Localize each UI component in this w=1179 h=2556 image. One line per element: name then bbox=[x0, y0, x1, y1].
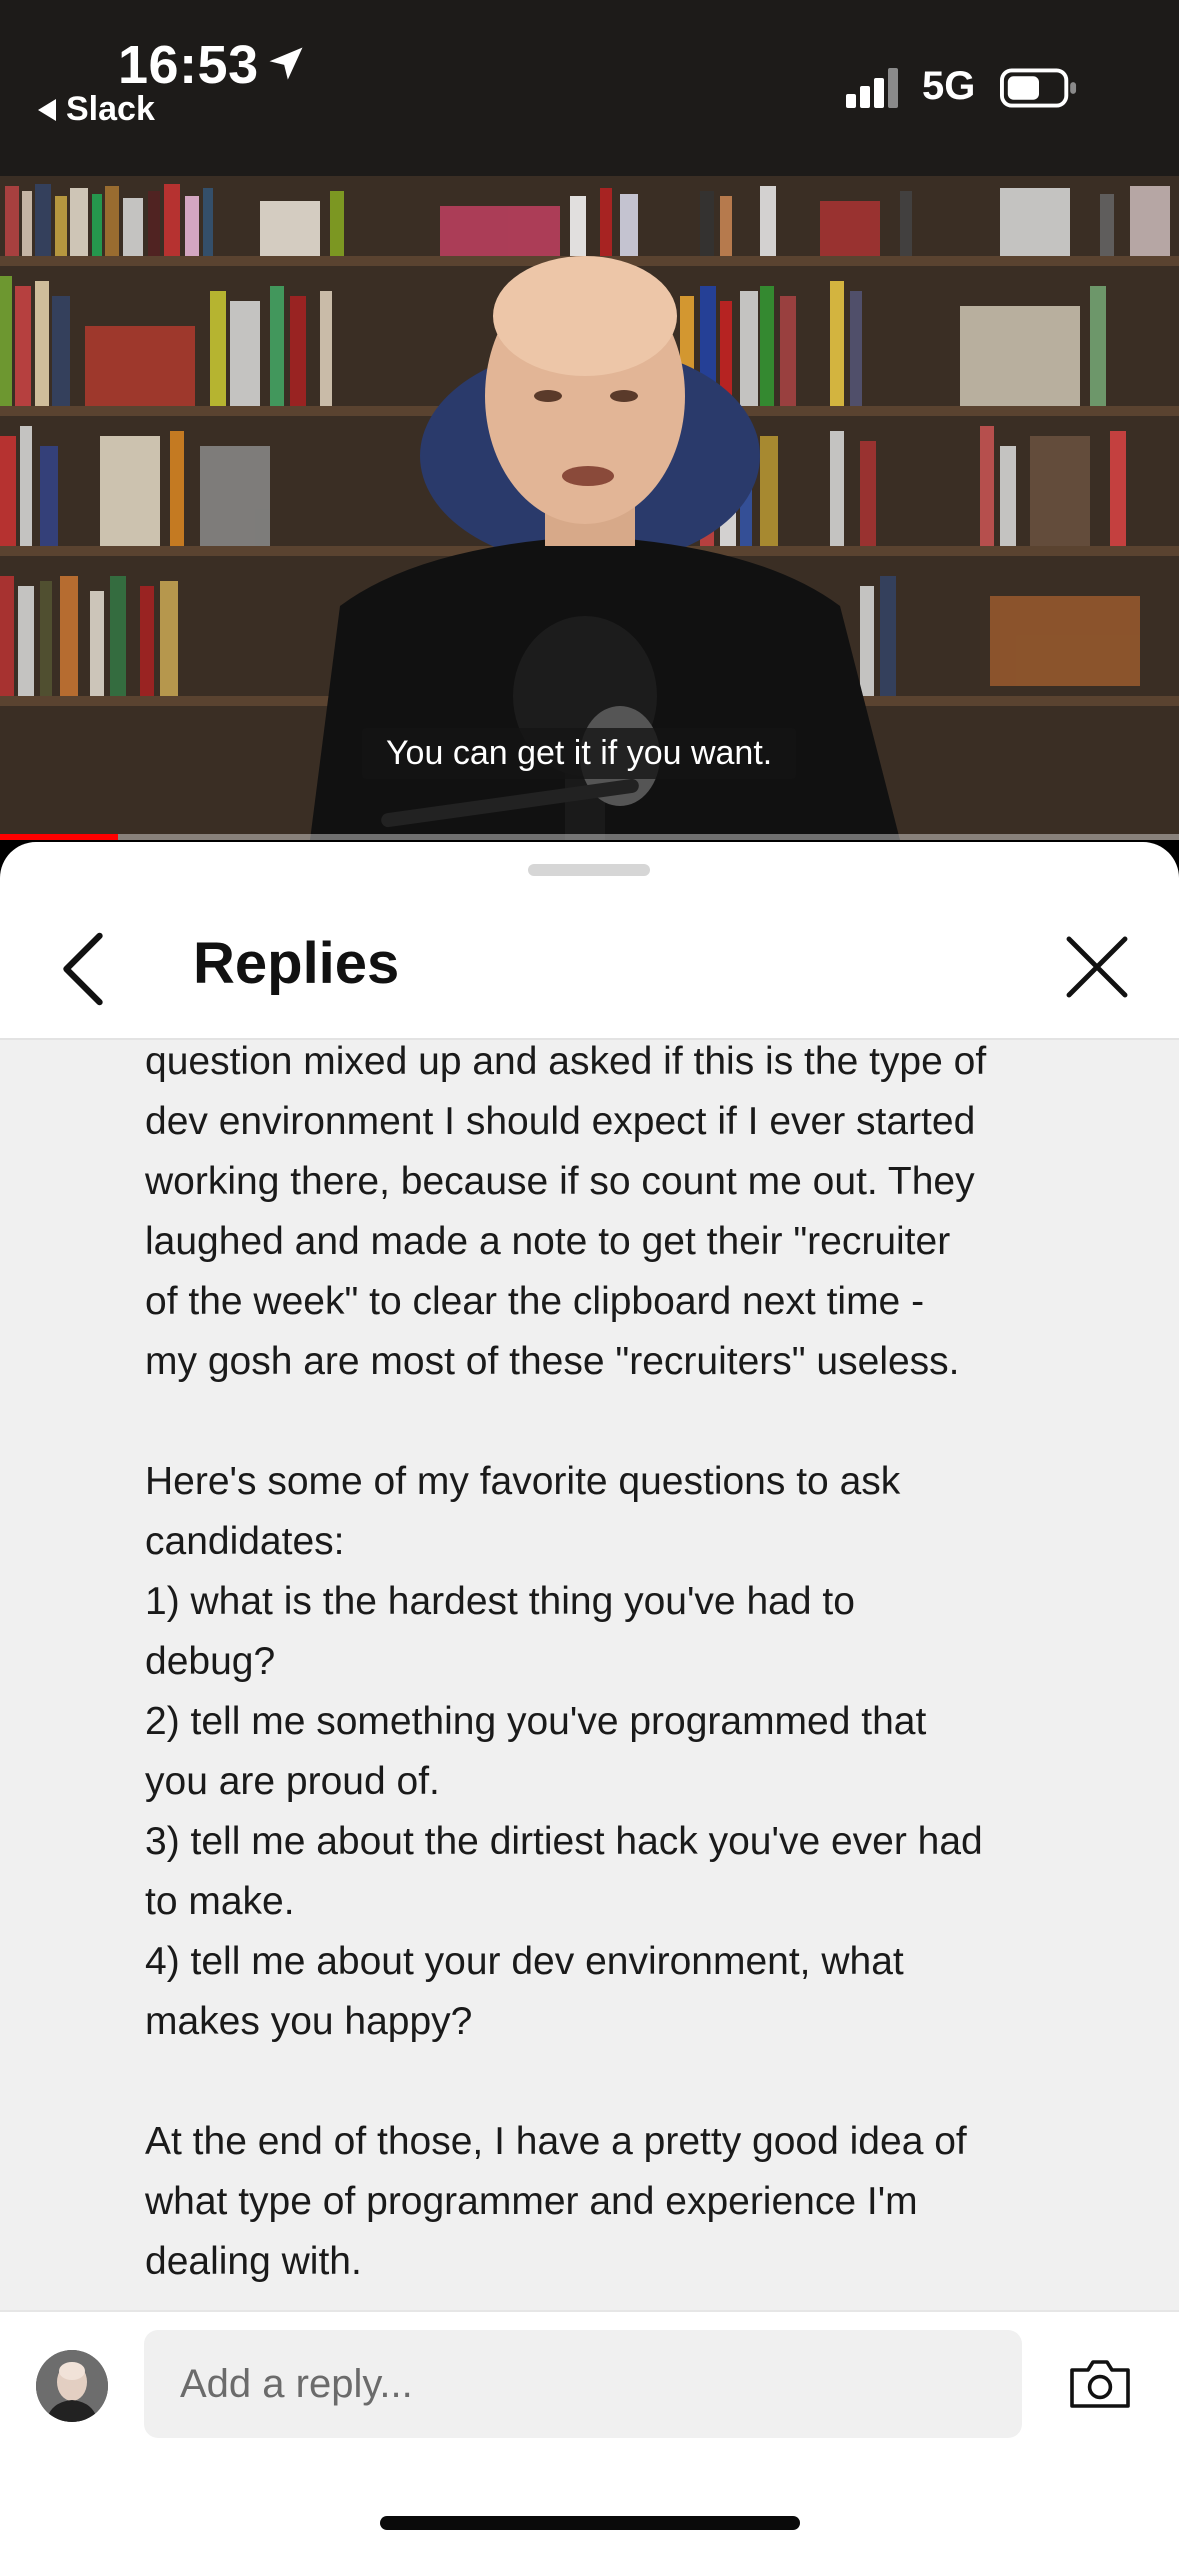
back-to-app-button[interactable]: Slack bbox=[38, 90, 155, 129]
cellular-signal-icon bbox=[846, 68, 898, 108]
network-type: 5G bbox=[922, 64, 976, 108]
camera-icon[interactable] bbox=[1068, 2356, 1132, 2410]
replies-sheet: Replies question mixed up and asked if t… bbox=[0, 842, 1179, 2556]
sheet-grabber[interactable] bbox=[528, 864, 650, 876]
chevron-left-icon[interactable] bbox=[58, 930, 108, 1008]
page-title: Replies bbox=[193, 931, 400, 996]
avatar[interactable] bbox=[36, 2350, 108, 2422]
status-bar: 16:53 Slack 5G bbox=[0, 0, 1179, 176]
status-time: 16:53 bbox=[118, 35, 259, 95]
battery-icon bbox=[1000, 68, 1077, 108]
close-icon[interactable] bbox=[1062, 932, 1132, 1002]
back-triangle-icon bbox=[38, 98, 56, 121]
message-text: question mixed up and asked if this is t… bbox=[145, 1040, 987, 2283]
replies-header: Replies bbox=[0, 902, 1179, 1040]
video-progress-fill bbox=[0, 834, 118, 840]
location-arrow-icon bbox=[269, 47, 303, 80]
home-indicator[interactable] bbox=[380, 2516, 800, 2530]
thread-content[interactable]: question mixed up and asked if this is t… bbox=[0, 1040, 1179, 2310]
video-caption: You can get it if you want. bbox=[362, 728, 797, 779]
back-app-label: Slack bbox=[66, 90, 155, 128]
video-player[interactable]: You can get it if you want. bbox=[0, 176, 1179, 840]
reply-input[interactable] bbox=[144, 2330, 1022, 2438]
video-progress-track[interactable] bbox=[0, 834, 1179, 840]
